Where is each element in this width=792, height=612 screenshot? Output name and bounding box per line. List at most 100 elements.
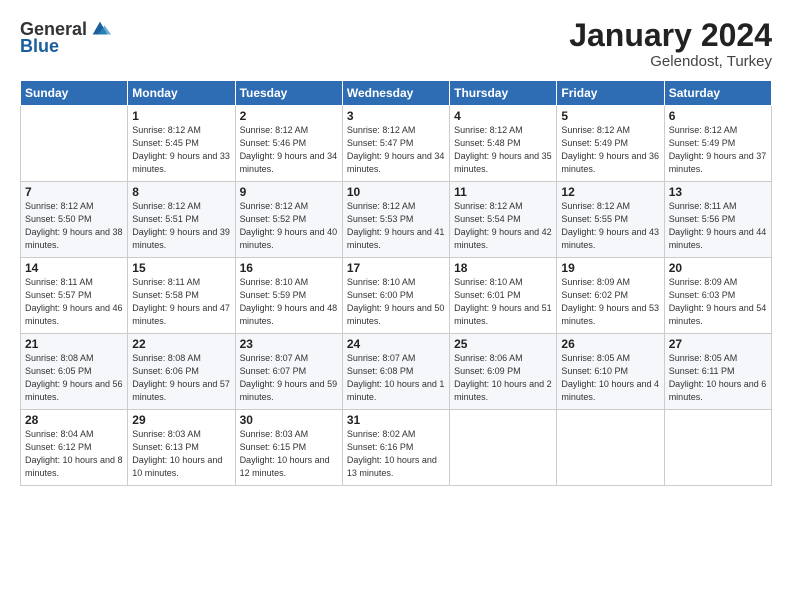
day-number: 20 [669,261,767,275]
day-info: Sunrise: 8:02 AMSunset: 6:16 PMDaylight:… [347,429,437,478]
calendar-cell: 22 Sunrise: 8:08 AMSunset: 6:06 PMDaylig… [128,334,235,410]
calendar-cell: 31 Sunrise: 8:02 AMSunset: 6:16 PMDaylig… [342,410,449,486]
header: General Blue January 2024 Gelendost, Tur… [20,18,772,70]
header-monday: Monday [128,81,235,106]
day-number: 19 [561,261,659,275]
day-number: 11 [454,185,552,199]
day-number: 16 [240,261,338,275]
day-info: Sunrise: 8:10 AMSunset: 6:00 PMDaylight:… [347,277,445,326]
day-number: 12 [561,185,659,199]
day-number: 25 [454,337,552,351]
day-info: Sunrise: 8:08 AMSunset: 6:05 PMDaylight:… [25,353,123,402]
day-info: Sunrise: 8:11 AMSunset: 5:57 PMDaylight:… [25,277,123,326]
day-number: 30 [240,413,338,427]
day-number: 18 [454,261,552,275]
calendar-cell: 10 Sunrise: 8:12 AMSunset: 5:53 PMDaylig… [342,182,449,258]
day-number: 17 [347,261,445,275]
calendar-table: Sunday Monday Tuesday Wednesday Thursday… [20,80,772,486]
calendar-cell: 17 Sunrise: 8:10 AMSunset: 6:00 PMDaylig… [342,258,449,334]
day-info: Sunrise: 8:12 AMSunset: 5:49 PMDaylight:… [669,125,767,174]
day-info: Sunrise: 8:12 AMSunset: 5:52 PMDaylight:… [240,201,338,250]
day-info: Sunrise: 8:04 AMSunset: 6:12 PMDaylight:… [25,429,123,478]
calendar-cell: 20 Sunrise: 8:09 AMSunset: 6:03 PMDaylig… [664,258,771,334]
calendar-cell [450,410,557,486]
logo-icon [89,18,111,40]
calendar-cell [664,410,771,486]
calendar-cell: 15 Sunrise: 8:11 AMSunset: 5:58 PMDaylig… [128,258,235,334]
calendar-cell: 2 Sunrise: 8:12 AMSunset: 5:46 PMDayligh… [235,106,342,182]
calendar-week-1: 1 Sunrise: 8:12 AMSunset: 5:45 PMDayligh… [21,106,772,182]
day-number: 23 [240,337,338,351]
calendar-cell: 18 Sunrise: 8:10 AMSunset: 6:01 PMDaylig… [450,258,557,334]
day-number: 31 [347,413,445,427]
calendar-cell [557,410,664,486]
day-number: 1 [132,109,230,123]
day-info: Sunrise: 8:10 AMSunset: 5:59 PMDaylight:… [240,277,338,326]
weekday-header-row: Sunday Monday Tuesday Wednesday Thursday… [21,81,772,106]
day-info: Sunrise: 8:07 AMSunset: 6:07 PMDaylight:… [240,353,338,402]
calendar-cell: 8 Sunrise: 8:12 AMSunset: 5:51 PMDayligh… [128,182,235,258]
calendar-cell: 14 Sunrise: 8:11 AMSunset: 5:57 PMDaylig… [21,258,128,334]
day-info: Sunrise: 8:12 AMSunset: 5:46 PMDaylight:… [240,125,338,174]
calendar-cell: 4 Sunrise: 8:12 AMSunset: 5:48 PMDayligh… [450,106,557,182]
day-info: Sunrise: 8:03 AMSunset: 6:13 PMDaylight:… [132,429,222,478]
day-number: 2 [240,109,338,123]
day-info: Sunrise: 8:12 AMSunset: 5:48 PMDaylight:… [454,125,552,174]
calendar-cell: 16 Sunrise: 8:10 AMSunset: 5:59 PMDaylig… [235,258,342,334]
calendar-cell: 12 Sunrise: 8:12 AMSunset: 5:55 PMDaylig… [557,182,664,258]
day-number: 26 [561,337,659,351]
day-info: Sunrise: 8:05 AMSunset: 6:11 PMDaylight:… [669,353,767,402]
calendar-cell: 23 Sunrise: 8:07 AMSunset: 6:07 PMDaylig… [235,334,342,410]
calendar-week-5: 28 Sunrise: 8:04 AMSunset: 6:12 PMDaylig… [21,410,772,486]
calendar-cell: 5 Sunrise: 8:12 AMSunset: 5:49 PMDayligh… [557,106,664,182]
header-tuesday: Tuesday [235,81,342,106]
calendar-week-3: 14 Sunrise: 8:11 AMSunset: 5:57 PMDaylig… [21,258,772,334]
calendar-cell [21,106,128,182]
day-number: 21 [25,337,123,351]
day-info: Sunrise: 8:12 AMSunset: 5:55 PMDaylight:… [561,201,659,250]
day-number: 8 [132,185,230,199]
day-info: Sunrise: 8:12 AMSunset: 5:53 PMDaylight:… [347,201,445,250]
day-info: Sunrise: 8:09 AMSunset: 6:02 PMDaylight:… [561,277,659,326]
day-number: 10 [347,185,445,199]
calendar-cell: 13 Sunrise: 8:11 AMSunset: 5:56 PMDaylig… [664,182,771,258]
month-title: January 2024 [569,18,772,53]
calendar-cell: 25 Sunrise: 8:06 AMSunset: 6:09 PMDaylig… [450,334,557,410]
day-info: Sunrise: 8:08 AMSunset: 6:06 PMDaylight:… [132,353,230,402]
calendar-cell: 19 Sunrise: 8:09 AMSunset: 6:02 PMDaylig… [557,258,664,334]
calendar-cell: 21 Sunrise: 8:08 AMSunset: 6:05 PMDaylig… [21,334,128,410]
day-info: Sunrise: 8:12 AMSunset: 5:54 PMDaylight:… [454,201,552,250]
calendar-cell: 28 Sunrise: 8:04 AMSunset: 6:12 PMDaylig… [21,410,128,486]
calendar-week-2: 7 Sunrise: 8:12 AMSunset: 5:50 PMDayligh… [21,182,772,258]
day-info: Sunrise: 8:11 AMSunset: 5:56 PMDaylight:… [669,201,767,250]
day-number: 22 [132,337,230,351]
calendar-cell: 9 Sunrise: 8:12 AMSunset: 5:52 PMDayligh… [235,182,342,258]
day-info: Sunrise: 8:06 AMSunset: 6:09 PMDaylight:… [454,353,552,402]
calendar-cell: 27 Sunrise: 8:05 AMSunset: 6:11 PMDaylig… [664,334,771,410]
day-info: Sunrise: 8:05 AMSunset: 6:10 PMDaylight:… [561,353,659,402]
header-friday: Friday [557,81,664,106]
day-info: Sunrise: 8:10 AMSunset: 6:01 PMDaylight:… [454,277,552,326]
day-number: 15 [132,261,230,275]
day-number: 4 [454,109,552,123]
title-area: January 2024 Gelendost, Turkey [569,18,772,70]
calendar-cell: 7 Sunrise: 8:12 AMSunset: 5:50 PMDayligh… [21,182,128,258]
day-info: Sunrise: 8:12 AMSunset: 5:47 PMDaylight:… [347,125,445,174]
calendar-cell: 6 Sunrise: 8:12 AMSunset: 5:49 PMDayligh… [664,106,771,182]
day-info: Sunrise: 8:12 AMSunset: 5:51 PMDaylight:… [132,201,230,250]
day-number: 5 [561,109,659,123]
day-number: 27 [669,337,767,351]
day-number: 24 [347,337,445,351]
header-saturday: Saturday [664,81,771,106]
logo: General Blue [20,18,111,57]
day-info: Sunrise: 8:11 AMSunset: 5:58 PMDaylight:… [132,277,230,326]
calendar-cell: 1 Sunrise: 8:12 AMSunset: 5:45 PMDayligh… [128,106,235,182]
calendar-week-4: 21 Sunrise: 8:08 AMSunset: 6:05 PMDaylig… [21,334,772,410]
day-number: 3 [347,109,445,123]
logo-blue: Blue [20,36,59,57]
header-sunday: Sunday [21,81,128,106]
day-number: 9 [240,185,338,199]
day-info: Sunrise: 8:12 AMSunset: 5:49 PMDaylight:… [561,125,659,174]
location-subtitle: Gelendost, Turkey [569,53,772,70]
day-number: 6 [669,109,767,123]
